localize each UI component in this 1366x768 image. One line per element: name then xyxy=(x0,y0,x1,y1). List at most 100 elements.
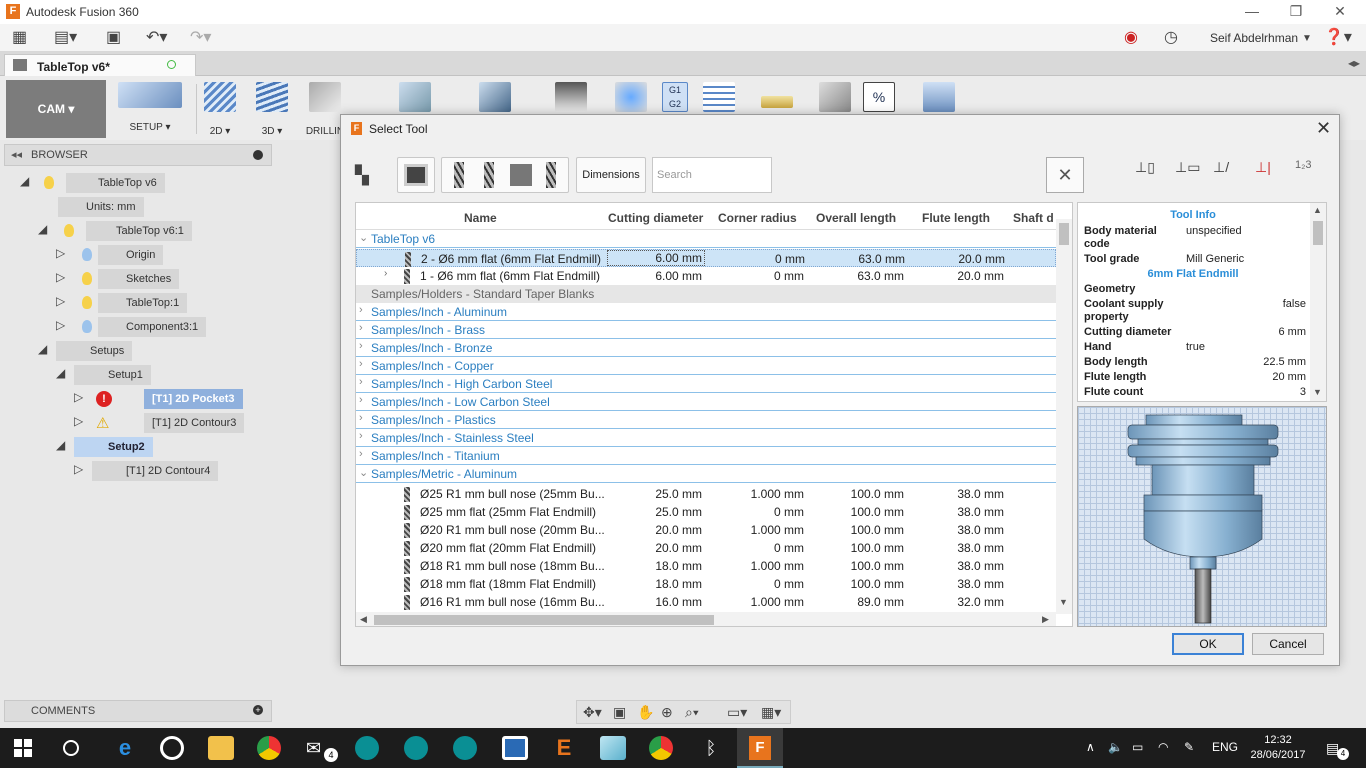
taskbar-clock[interactable]: 12:32 28/06/2017 xyxy=(1248,733,1308,763)
tool-only-icon[interactable]: ⊥/ xyxy=(1213,159,1229,176)
visibility-bulb-icon[interactable] xyxy=(82,248,92,261)
tool-preview[interactable] xyxy=(1077,406,1327,627)
library-group-row[interactable]: ⌄ TableTop v6 xyxy=(356,230,1056,248)
start-icon[interactable] xyxy=(14,739,32,757)
expand-icon[interactable]: ▷ xyxy=(56,270,70,284)
groove-icon[interactable] xyxy=(160,736,184,760)
pan-icon[interactable]: ✋ xyxy=(637,704,654,721)
library-group-row[interactable]: › Samples/Inch - Plastics xyxy=(356,411,1056,429)
table-row[interactable]: Ø18 mm flat (18mm Flat Endmill) 18.0 mm … xyxy=(356,575,1056,593)
expand-icon[interactable]: ▷ xyxy=(74,390,88,404)
expand-chevron-icon[interactable]: › xyxy=(359,394,363,406)
document-tab[interactable]: TableTop v6* xyxy=(4,54,196,76)
expand-chevron-icon[interactable]: › xyxy=(359,448,363,460)
expand-icon[interactable]: ◢ xyxy=(38,222,52,236)
expand-icon[interactable]: ▷ xyxy=(56,318,70,332)
save-icon[interactable]: ▣ xyxy=(106,28,121,48)
orbit-icon[interactable]: ✥▾ xyxy=(583,704,602,721)
expand-icon[interactable]: ▷ xyxy=(56,294,70,308)
bluetooth-icon[interactable]: ᛒ xyxy=(698,736,724,760)
app-grid-icon[interactable]: ▦ xyxy=(12,28,27,48)
dialog-close-icon[interactable]: ✕ xyxy=(1316,118,1331,139)
collapse-browser-icon[interactable]: ◂◂ xyxy=(11,148,22,161)
zoom-icon[interactable]: ⊕ xyxy=(661,704,673,721)
filter-tool-types[interactable] xyxy=(441,157,569,193)
tool-tip-icon[interactable]: ⊥| xyxy=(1255,159,1271,176)
column-header[interactable]: Cutting diameter xyxy=(608,211,703,225)
scrollbar-thumb[interactable] xyxy=(1313,221,1323,245)
app-window-icon[interactable] xyxy=(502,736,528,760)
library-group-row[interactable]: › Samples/Inch - Aluminum xyxy=(356,303,1056,321)
volume-icon[interactable]: 🔈 xyxy=(1108,740,1123,754)
visibility-bulb-icon[interactable] xyxy=(44,176,54,189)
column-header[interactable]: Overall length xyxy=(816,211,896,225)
fit-icon[interactable]: ⌕▾ xyxy=(685,704,699,721)
expand-icon[interactable]: ◢ xyxy=(20,174,34,188)
scroll-right-icon[interactable]: ▶ xyxy=(1042,614,1049,625)
table-row[interactable]: 2 - Ø6 mm flat (6mm Flat Endmill) 6.00 m… xyxy=(356,249,1056,267)
workspace-switcher[interactable]: CAM ▾ xyxy=(6,80,106,138)
view-mode-icon[interactable]: ▚ xyxy=(355,157,385,193)
arduino-icon[interactable] xyxy=(355,736,379,760)
2d-group[interactable]: 2D ▾ xyxy=(200,82,240,137)
visibility-bulb-icon[interactable] xyxy=(82,272,92,285)
arduino-icon[interactable] xyxy=(404,736,428,760)
minimize-button[interactable]: — xyxy=(1232,2,1272,20)
grid-settings-icon[interactable]: ▦▾ xyxy=(761,704,781,721)
eagle-icon[interactable]: E xyxy=(551,736,577,760)
sketch-app-icon[interactable] xyxy=(600,736,626,760)
history-clock-icon[interactable]: ◷ xyxy=(1164,28,1178,48)
library-group-row[interactable]: › Samples/Inch - Titanium xyxy=(356,447,1056,465)
close-window-button[interactable]: ✕ xyxy=(1320,2,1360,20)
search-input[interactable] xyxy=(652,157,772,193)
scrollbar-thumb[interactable] xyxy=(1059,223,1069,245)
file-explorer-icon[interactable] xyxy=(208,736,234,760)
dimensions-button[interactable]: Dimensions xyxy=(576,157,646,193)
visibility-bulb-icon[interactable] xyxy=(82,296,92,309)
user-menu[interactable]: Seif Abdelrhman xyxy=(1210,31,1298,45)
language-indicator[interactable]: ENG xyxy=(1212,740,1238,754)
edge-icon[interactable]: e xyxy=(112,736,138,760)
setup-group[interactable]: SETUP ▾ xyxy=(112,82,188,136)
holder-tool-icon[interactable]: ⊥▯ xyxy=(1135,159,1155,176)
scroll-left-icon[interactable]: ◀ xyxy=(360,614,367,625)
table-row[interactable]: › 1 - Ø6 mm flat (6mm Flat Endmill) 6.00… xyxy=(356,267,1056,285)
visibility-bulb-icon[interactable] xyxy=(64,224,74,237)
expand-chevron-icon[interactable]: › xyxy=(359,412,363,424)
battery-icon[interactable]: ▭ xyxy=(1132,740,1143,754)
scrollbar-thumb[interactable] xyxy=(374,615,714,625)
collapse-chevron-icon[interactable]: ⌄ xyxy=(359,231,368,244)
table-row[interactable]: Ø20 R1 mm bull nose (20mm Bu... 20.0 mm … xyxy=(356,521,1056,539)
library-group-row[interactable]: › Samples/Inch - Copper xyxy=(356,357,1056,375)
visibility-bulb-icon[interactable] xyxy=(82,320,92,333)
user-chevron-icon[interactable]: ▼ xyxy=(1302,29,1312,49)
filter-holder-button[interactable] xyxy=(397,157,435,193)
column-header[interactable]: Corner radius xyxy=(718,211,797,225)
expand-chevron-icon[interactable]: › xyxy=(384,268,387,279)
search-icon[interactable] xyxy=(63,740,79,756)
redo-icon[interactable]: ↷▾ xyxy=(190,28,211,48)
table-horizontal-scrollbar[interactable]: ◀ ▶ xyxy=(356,612,1056,626)
expand-icon[interactable]: ▷ xyxy=(74,462,88,476)
table-row[interactable]: Ø20 mm flat (20mm Flat Endmill) 20.0 mm … xyxy=(356,539,1056,557)
column-header[interactable]: Flute length xyxy=(922,211,990,225)
tool-info-scrollbar[interactable]: ▲ ▼ xyxy=(1310,203,1326,401)
display-settings-icon[interactable]: ▭▾ xyxy=(727,704,747,721)
expand-icon[interactable]: ◢ xyxy=(38,342,52,356)
library-group-row[interactable]: › Samples/Inch - Brass xyxy=(356,321,1056,339)
expand-icon[interactable]: ◢ xyxy=(56,438,70,452)
tab-overflow-icon[interactable]: ◂▸ xyxy=(1348,56,1360,70)
browser-panel-header[interactable]: ◂◂ BROWSER xyxy=(4,144,272,166)
numbering-icon[interactable]: 1₂3 xyxy=(1295,159,1312,171)
library-group-row[interactable]: › Samples/Inch - Bronze xyxy=(356,339,1056,357)
maximize-button[interactable]: ❐ xyxy=(1276,2,1316,20)
table-vertical-scrollbar[interactable]: ▼ xyxy=(1056,219,1072,614)
arduino-icon[interactable] xyxy=(453,736,477,760)
table-row[interactable]: Ø25 R1 mm bull nose (25mm Bu... 25.0 mm … xyxy=(356,485,1056,503)
scroll-up-icon[interactable]: ▲ xyxy=(1313,205,1322,215)
3d-group[interactable]: 3D ▾ xyxy=(252,82,292,137)
chrome-icon[interactable] xyxy=(257,736,281,760)
look-at-icon[interactable]: ▣ xyxy=(613,704,626,721)
library-group-row[interactable]: › Samples/Inch - Low Carbon Steel xyxy=(356,393,1056,411)
expand-icon[interactable]: ▷ xyxy=(74,414,88,428)
